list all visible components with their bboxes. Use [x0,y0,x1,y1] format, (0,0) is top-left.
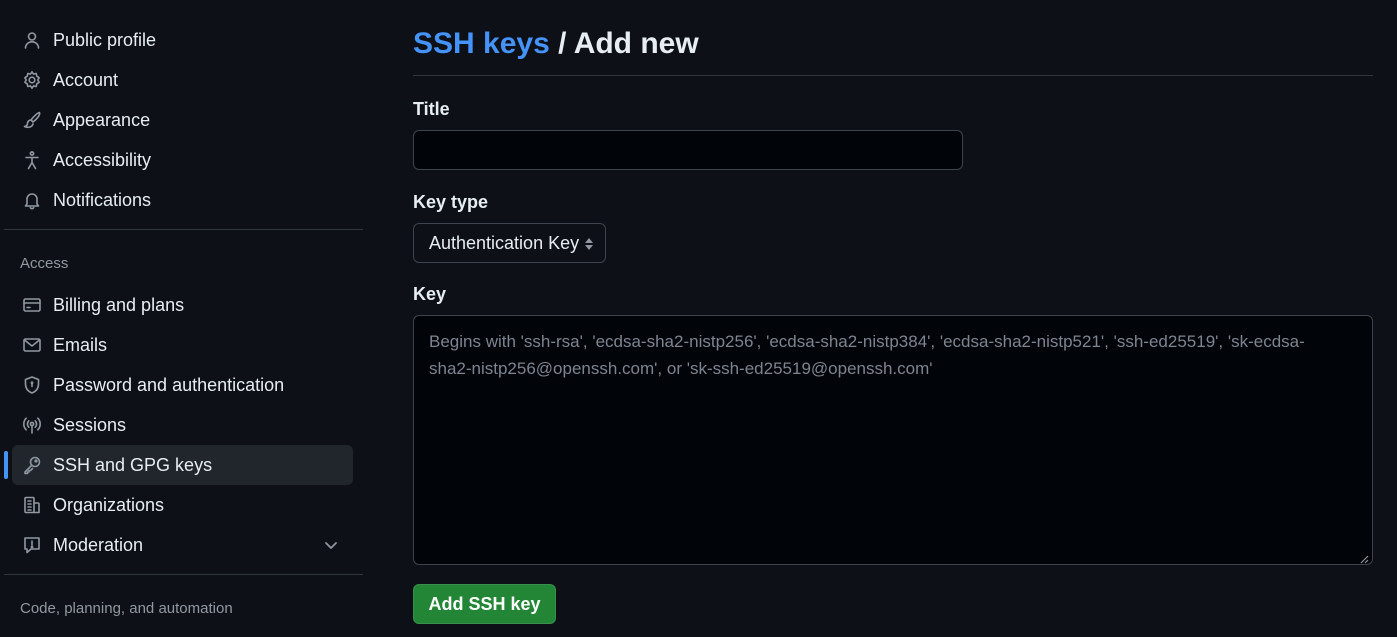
sidebar-item-label: Notifications [53,190,152,210]
sidebar-item-appearance[interactable]: Appearance [12,100,353,140]
sidebar-item-label: Organizations [53,495,165,515]
gear-icon [22,70,42,90]
breadcrumb-current: Add new [573,27,699,60]
sidebar-item-account[interactable]: Account [12,60,353,100]
sidebar-item-billing[interactable]: Billing and plans [12,285,353,325]
page-title: SSH keys / Add new [413,26,699,62]
resize-handle-icon[interactable] [1359,551,1369,564]
sidebar-item-organizations[interactable]: Organizations [12,485,353,525]
sidebar-item-ssh-gpg-keys[interactable]: SSH and GPG keys [12,445,353,485]
active-indicator [4,451,8,479]
shield-lock-icon [22,375,42,395]
sidebar-heading-access: Access [20,255,69,272]
sidebar-item-moderation[interactable]: Moderation [12,525,353,565]
settings-sidebar: Public profile Account Appearance Access… [0,0,365,637]
sidebar-item-notifications[interactable]: Notifications [12,180,353,220]
settings-page: Public profile Account Appearance Access… [0,0,1397,637]
key-label: Key [413,284,447,304]
paintbrush-icon [22,110,42,130]
sidebar-item-sessions[interactable]: Sessions [12,405,353,445]
sidebar-item-accessibility[interactable]: Accessibility [12,140,353,180]
organization-icon [22,495,42,515]
add-ssh-key-button[interactable]: Add SSH key [413,584,556,624]
key-icon [22,455,42,475]
sidebar-item-emails[interactable]: Emails [12,325,353,365]
sidebar-item-label: Public profile [53,30,157,50]
chevron-down-icon[interactable] [321,535,341,555]
report-icon [22,535,42,555]
sidebar-item-label: Sessions [53,415,127,435]
key-textarea-placeholder: Begins with 'ssh-rsa', 'ecdsa-sha2-nistp… [429,332,1305,378]
person-icon [22,30,42,50]
sidebar-item-label: Moderation [53,535,144,555]
sidebar-divider [4,574,363,575]
title-input[interactable] [413,130,963,170]
sidebar-item-label: Appearance [53,110,151,130]
key-type-selected-value: Authentication Key [429,232,580,253]
credit-card-icon [22,295,42,315]
sidebar-heading-code-planning: Code, planning, and automation [20,600,233,617]
key-textarea[interactable]: Begins with 'ssh-rsa', 'ecdsa-sha2-nistp… [413,315,1373,565]
key-type-label: Key type [413,192,489,212]
broadcast-icon [22,415,42,435]
sidebar-item-label: Accessibility [53,150,152,170]
bell-icon [22,190,42,210]
sidebar-item-label: Emails [53,335,108,355]
sidebar-item-label: Account [53,70,119,90]
sidebar-item-label: Password and authentication [53,375,285,395]
title-label: Title [413,99,450,119]
mail-icon [22,335,42,355]
select-arrows-icon [583,236,595,252]
accessibility-icon [22,150,42,170]
key-type-select[interactable]: Authentication Key [413,223,606,263]
sidebar-divider [4,229,363,230]
sidebar-item-password-authentication[interactable]: Password and authentication [12,365,353,405]
sidebar-item-label: SSH and GPG keys [53,455,213,475]
sidebar-item-public-profile[interactable]: Public profile [12,20,353,60]
title-divider [413,75,1373,76]
sidebar-item-label: Billing and plans [53,295,185,315]
breadcrumb-ssh-keys-link[interactable]: SSH keys [413,27,550,60]
breadcrumb-separator: / [558,27,567,60]
